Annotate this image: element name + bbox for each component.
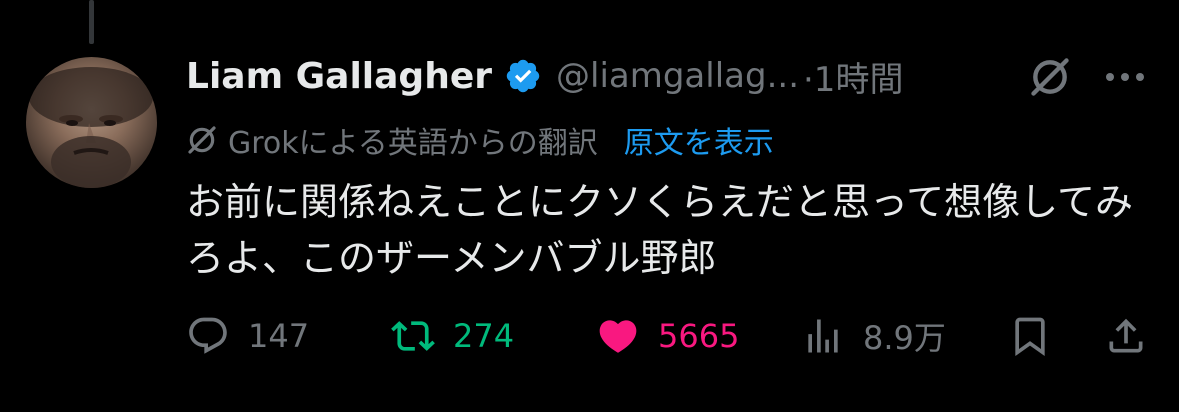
more-icon[interactable] [1103, 70, 1147, 84]
translation-note: Grokによる英語からの翻訳 [228, 126, 598, 161]
retweet-button[interactable]: 274 [391, 312, 514, 360]
views-count: 8.9万 [863, 319, 946, 357]
views-icon [808, 319, 838, 353]
grok-icon [188, 126, 216, 154]
reply-icon [189, 317, 227, 354]
post-time[interactable]: ·1時間 [803, 52, 903, 101]
retweet-count: 274 [453, 317, 515, 355]
views-button[interactable]: 8.9万 [801, 312, 946, 360]
share-icon [1109, 318, 1143, 353]
post-text: お前に関係ねえことにクソくらえだと思って想像してみろよ、このザーメンバブル野郎 [186, 180, 1133, 280]
action-bar: 147 274 5665 8.9万 [186, 312, 1156, 360]
reply-button[interactable]: 147 [186, 312, 309, 360]
reply-count: 147 [248, 317, 310, 355]
thread-connector-line [89, 0, 94, 44]
verified-badge-icon[interactable] [504, 57, 542, 95]
post-header: Liam Gallagher @liamgallag... ·1時間 [186, 50, 903, 102]
bookmark-button[interactable] [1008, 312, 1052, 360]
share-button[interactable] [1104, 312, 1148, 360]
show-original-link[interactable]: 原文を表示 [624, 118, 774, 162]
translation-row: Grokによる英語からの翻訳 原文を表示 [186, 118, 774, 162]
grok-icon[interactable] [1028, 55, 1072, 99]
bookmark-icon [1015, 317, 1045, 357]
heart-icon [599, 320, 637, 353]
author-handle[interactable]: @liamgallag... [556, 56, 799, 96]
like-count: 5665 [658, 317, 740, 355]
like-button[interactable]: 5665 [596, 312, 739, 360]
avatar-image [29, 67, 153, 188]
author-name[interactable]: Liam Gallagher [186, 56, 492, 97]
retweet-icon [391, 321, 435, 351]
avatar[interactable] [26, 57, 157, 188]
